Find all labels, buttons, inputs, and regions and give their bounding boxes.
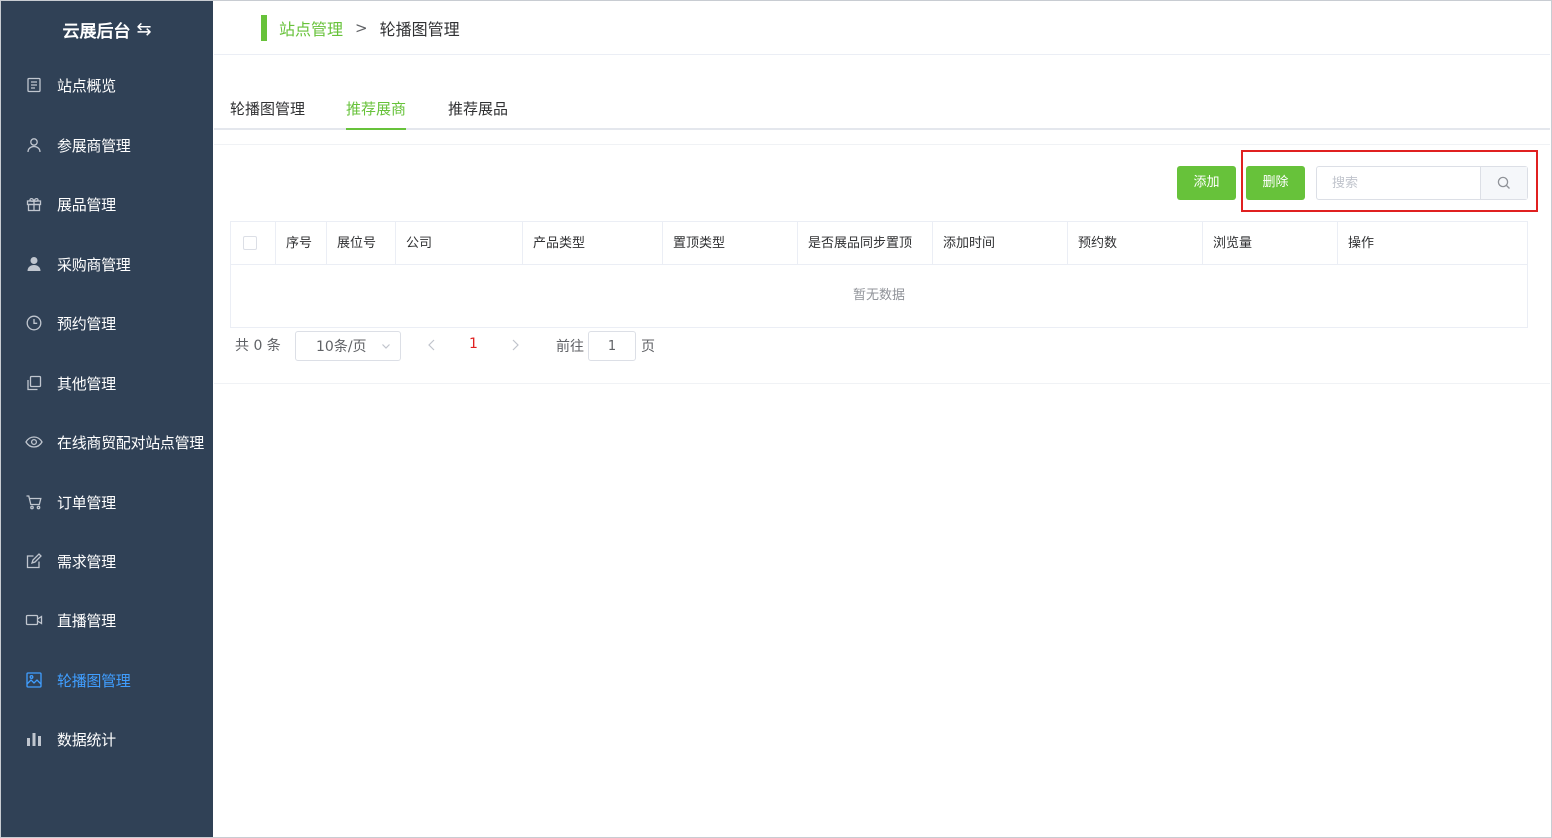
add-button[interactable]: 添加 [1177, 166, 1236, 200]
column-header: 浏览量 [1203, 222, 1338, 265]
breadcrumb-current: 轮播图管理 [379, 19, 460, 39]
page-size-value: 10条/页 [316, 339, 367, 355]
next-page-button[interactable] [509, 337, 521, 357]
sidebar-item-demands[interactable]: 需求管理 [1, 533, 213, 589]
sidebar-item-label: 轮播图管理 [57, 671, 131, 690]
sidebar: 云展后台 ⇆ 站点概览 参展商管理 展品管理 采购商管理 预约管理 其他管理 在… [1, 1, 213, 837]
table-header: 序号 展位号 公司 产品类型 置顶类型 是否展品同步置顶 添加时间 预约数 浏览… [231, 222, 1527, 265]
sidebar-item-label: 其他管理 [57, 374, 116, 393]
document-icon [25, 76, 43, 94]
pagination-total: 共 0 条 [235, 338, 281, 354]
user-icon [25, 136, 43, 154]
page-unit-label: 页 [641, 339, 655, 355]
brand: 云展后台 ⇆ [1, 1, 213, 57]
sidebar-item-others[interactable]: 其他管理 [1, 355, 213, 411]
tab-bar: 轮播图管理 推荐展商 推荐展品 [214, 90, 1550, 130]
annotation-highlight-box [1241, 150, 1538, 212]
sidebar-item-orders[interactable]: 订单管理 [1, 474, 213, 530]
sidebar-item-label: 站点概览 [57, 76, 116, 95]
page-size-select[interactable]: 10条/页 [295, 331, 401, 361]
sidebar-item-carousel[interactable]: 轮播图管理 [1, 652, 213, 708]
tab-recommended-exhibitors[interactable]: 推荐展商 [346, 90, 407, 130]
goto-label: 前往 [556, 339, 584, 355]
breadcrumb-separator: > [355, 18, 368, 37]
table-empty-text: 暂无数据 [852, 288, 905, 303]
sidebar-item-products[interactable]: 展品管理 [1, 176, 213, 232]
breadcrumb-accent-bar [261, 14, 267, 41]
person-filled-icon [25, 255, 43, 273]
sidebar-item-statistics[interactable]: 数据统计 [1, 711, 213, 767]
cart-icon [25, 493, 43, 511]
brand-title: 云展后台 [62, 21, 131, 42]
sidebar-item-label: 参展商管理 [57, 136, 131, 155]
goto-page-input[interactable] [588, 331, 636, 361]
sidebar-item-label: 订单管理 [57, 493, 116, 512]
select-all-cell [231, 222, 276, 265]
sidebar-item-label: 展品管理 [57, 195, 116, 214]
video-icon [25, 611, 43, 629]
column-header: 操作 [1348, 236, 1375, 251]
picture-icon [25, 671, 43, 689]
chevron-down-icon [382, 344, 390, 349]
tab-recommended-products[interactable]: 推荐展品 [448, 90, 508, 130]
prev-page-button[interactable] [426, 337, 438, 357]
sidebar-item-label: 预约管理 [57, 314, 116, 333]
column-header: 产品类型 [523, 222, 663, 265]
column-header: 置顶类型 [663, 222, 798, 265]
bar-chart-icon [25, 730, 43, 748]
sidebar-item-label: 需求管理 [57, 552, 116, 571]
chevron-right-icon [512, 339, 519, 351]
page-number-current[interactable]: 1 [469, 336, 478, 352]
column-header: 展位号 [327, 222, 396, 265]
column-header: 是否展品同步置顶 [798, 222, 933, 265]
chevron-left-icon [428, 339, 435, 351]
sidebar-item-label: 数据统计 [57, 730, 116, 749]
select-all-checkbox[interactable] [243, 236, 257, 250]
sidebar-item-label: 在线商贸配对站点管理 [57, 433, 205, 452]
data-table: 序号 展位号 公司 产品类型 置顶类型 是否展品同步置顶 添加时间 预约数 浏览… [230, 221, 1528, 328]
sidebar-item-label: 采购商管理 [57, 255, 131, 274]
breadcrumb-parent[interactable]: 站点管理 [279, 16, 343, 40]
breadcrumb: 站点管理 > 轮播图管理 [214, 1, 1550, 55]
collapse-toggle-icon[interactable]: ⇆ [136, 19, 151, 40]
gift-icon [25, 195, 43, 213]
column-header: 序号 [276, 222, 327, 265]
eye-icon [25, 433, 43, 451]
clock-icon [25, 314, 43, 332]
sidebar-item-site-overview[interactable]: 站点概览 [1, 57, 213, 113]
sidebar-item-appointments[interactable]: 预约管理 [1, 295, 213, 351]
sidebar-item-label: 直播管理 [57, 611, 116, 630]
column-header: 预约数 [1068, 222, 1203, 265]
sidebar-item-exhibitors[interactable]: 参展商管理 [1, 117, 213, 173]
copy-icon [25, 374, 43, 392]
tab-carousel[interactable]: 轮播图管理 [230, 90, 305, 130]
column-header: 公司 [396, 222, 523, 265]
sidebar-item-live[interactable]: 直播管理 [1, 592, 213, 648]
column-header: 添加时间 [933, 222, 1068, 265]
edit-icon [25, 552, 43, 570]
sidebar-item-trade-matching[interactable]: 在线商贸配对站点管理 [1, 414, 213, 470]
sidebar-item-buyers[interactable]: 采购商管理 [1, 236, 213, 292]
